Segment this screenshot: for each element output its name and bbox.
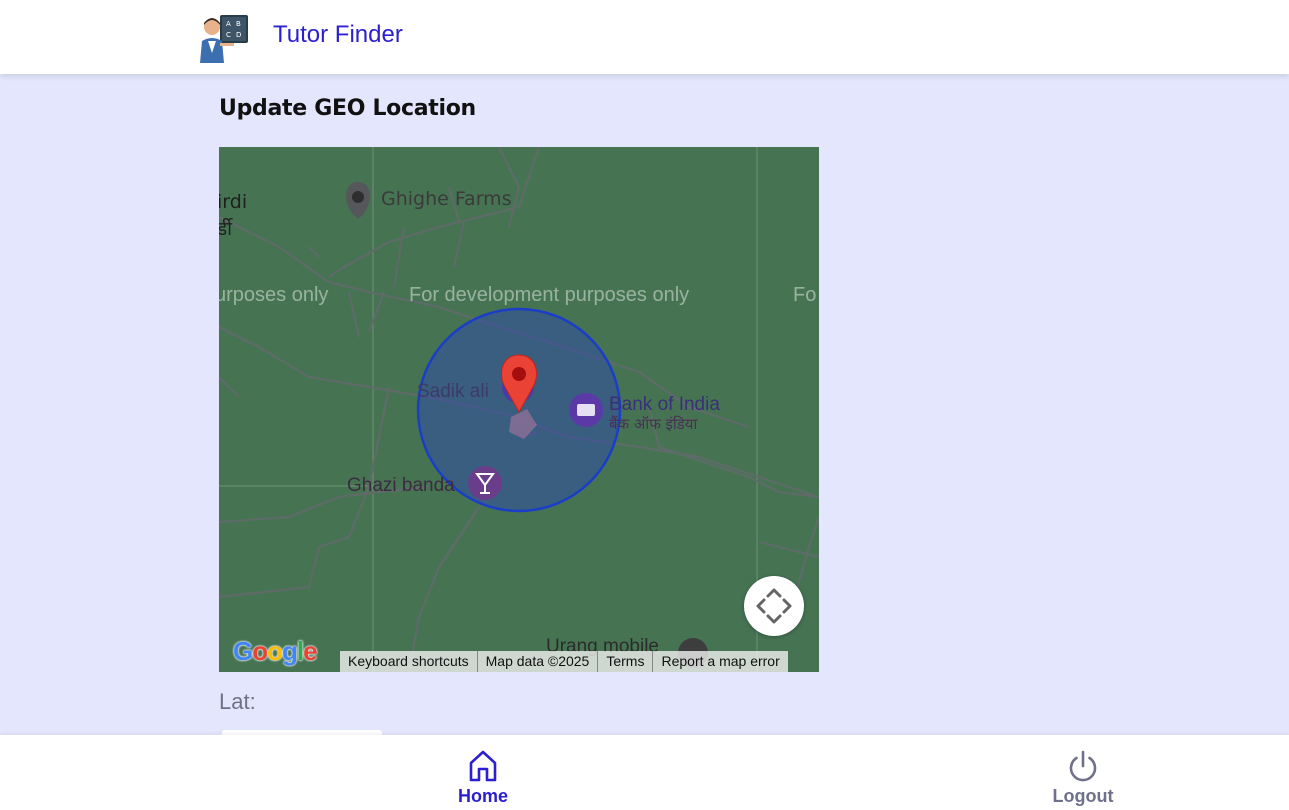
svg-text:A: A [226, 20, 231, 28]
map-roads [219, 147, 819, 672]
map-poi-label[interactable]: Ghazi banda [347, 475, 455, 497]
teacher-avatar-icon[interactable]: A B C D [198, 13, 250, 63]
map-fullscreen-button[interactable] [744, 576, 804, 636]
map-watermark: urposes only [219, 284, 329, 306]
map-place-label: irdi [219, 191, 248, 213]
svg-text:B: B [236, 20, 241, 28]
map-poi-label: बैंक ऑफ इंडिया [609, 415, 698, 433]
nav-home-label: Home [457, 786, 508, 806]
bottom-navigation: Home Logout [0, 735, 1289, 810]
lat-label: Lat: [219, 689, 256, 714]
top-app-bar: A B C D Tutor Finder [0, 0, 1289, 74]
move-arrows-icon [756, 588, 792, 624]
svg-text:D: D [236, 31, 241, 39]
bank-pin-icon [569, 393, 603, 427]
svg-text:C: C [226, 31, 231, 39]
home-icon [469, 750, 497, 782]
page-title: Update GEO Location [219, 96, 476, 121]
map-data-text: Map data ©2025 [476, 651, 598, 672]
map-place-label: र्डी [219, 218, 233, 240]
power-icon [1069, 750, 1097, 782]
nav-logout-button[interactable]: Logout [1013, 735, 1153, 810]
map-view[interactable]: irdi र्डी Ghighe Farms urposes only For … [219, 147, 819, 672]
nav-home-button[interactable]: Home [413, 735, 553, 810]
map-watermark: Fo [793, 284, 817, 306]
report-map-error-link[interactable]: Report a map error [652, 651, 787, 672]
farm-pin-icon [346, 182, 370, 219]
terms-link[interactable]: Terms [597, 651, 652, 672]
nav-logout-label: Logout [1052, 786, 1114, 806]
google-logo: Google [233, 636, 318, 666]
map-poi-label[interactable]: Sadik ali [417, 381, 489, 403]
map-watermark: For development purposes only [409, 284, 690, 306]
map-poi-label[interactable]: Bank of India [609, 394, 720, 416]
app-title[interactable]: Tutor Finder [273, 21, 403, 49]
bar-pin-icon [468, 466, 502, 500]
map-place-label[interactable]: Ghighe Farms [381, 188, 512, 210]
keyboard-shortcuts-link[interactable]: Keyboard shortcuts [340, 651, 477, 672]
map-attribution-bar: Keyboard shortcuts Map data ©2025 Terms … [340, 651, 788, 672]
